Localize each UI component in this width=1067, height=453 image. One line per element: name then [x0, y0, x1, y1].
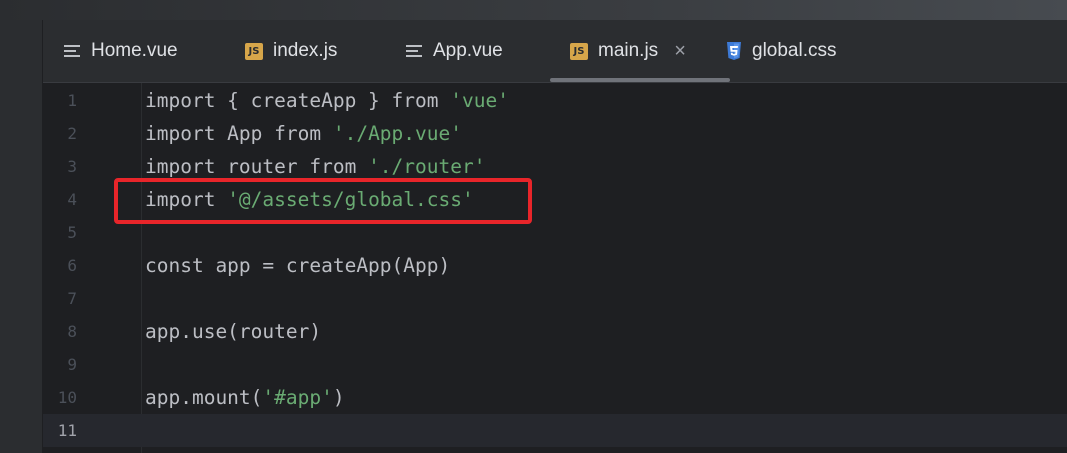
code-token: app.use(router) [145, 320, 322, 343]
tab-main-js[interactable]: JS main.js × [550, 20, 730, 82]
text-lines-icon [405, 43, 423, 59]
tab-index-js[interactable]: JS index.js [245, 20, 337, 82]
text-lines-icon [63, 43, 81, 59]
code-text: app.mount('#app') [145, 386, 345, 409]
title-strip [0, 0, 1067, 20]
tab-global-css[interactable]: global.css [726, 20, 837, 82]
line-number: 7 [67, 289, 77, 308]
code-token: ) [332, 386, 345, 409]
tab-label: global.css [752, 40, 837, 61]
line-number: 3 [67, 157, 77, 176]
code-line[interactable]: 11 [43, 414, 1067, 447]
tab-label: Home.vue [91, 40, 178, 61]
code-token: import router from [145, 155, 369, 178]
line-number: 5 [67, 223, 77, 242]
code-text: app.use(router) [145, 320, 321, 343]
js-file-icon: JS [570, 42, 588, 60]
editor-tab-bar: Home.vue JS index.js App.vue JS main.js … [43, 20, 1067, 83]
tab-label: index.js [273, 40, 338, 61]
tool-window-bar [0, 20, 43, 453]
code-text: import App from './App.vue' [145, 122, 462, 145]
string-literal: './App.vue' [332, 122, 462, 145]
string-literal: 'vue' [450, 89, 509, 112]
code-line[interactable]: 6 const app = createApp(App) [43, 249, 1067, 282]
js-file-icon: JS [245, 42, 263, 60]
tab-home-vue[interactable]: Home.vue [63, 20, 178, 82]
string-literal: '#app' [262, 386, 333, 409]
line-number: 9 [67, 355, 77, 374]
code-token: const app = createApp(App) [145, 254, 451, 277]
line-number: 2 [67, 124, 77, 143]
code-token: app.mount( [145, 386, 263, 409]
code-text: import { createApp } from 'vue' [145, 89, 509, 112]
code-text: const app = createApp(App) [145, 254, 450, 277]
line-number: 4 [67, 190, 77, 209]
code-token: import App from [145, 122, 333, 145]
code-token: import { createApp } from [145, 89, 451, 112]
line-number: 10 [57, 388, 77, 407]
close-icon[interactable]: × [674, 41, 686, 61]
line-number: 1 [67, 91, 77, 110]
code-editor[interactable]: 1 import { createApp } from 'vue' 2 import … [43, 83, 1067, 453]
line-number: 11 [57, 421, 77, 440]
code-line[interactable]: 2 import App from './App.vue' [43, 117, 1067, 150]
tab-label: main.js [598, 40, 659, 61]
string-literal: './router' [368, 155, 486, 178]
code-line[interactable]: 1 import { createApp } from 'vue' [43, 84, 1067, 117]
line-number: 8 [67, 322, 77, 341]
line-number: 6 [67, 256, 77, 275]
code-line[interactable]: 9 [43, 348, 1067, 381]
code-line[interactable]: 7 [43, 282, 1067, 315]
code-line[interactable]: 8 app.use(router) [43, 315, 1067, 348]
tab-label: App.vue [433, 40, 503, 61]
code-line[interactable]: 10 app.mount('#app') [43, 381, 1067, 414]
tab-app-vue[interactable]: App.vue [405, 20, 503, 82]
code-text: import router from './router' [145, 155, 485, 178]
css-file-icon [726, 41, 742, 61]
annotation-highlight-box [114, 178, 532, 224]
ide-window: Home.vue JS index.js App.vue JS main.js … [0, 0, 1067, 453]
